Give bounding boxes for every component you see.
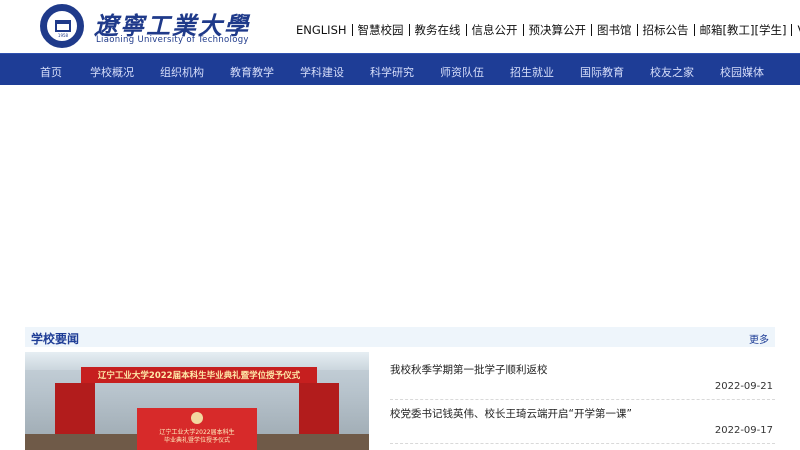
nav-item[interactable]: 校友之家 [650,64,694,80]
top-link[interactable]: 信息公开 [472,22,518,38]
nav-item[interactable]: 组织机构 [160,64,204,80]
screen-emblem-icon [191,412,203,424]
news-item-date: 2022-09-17 [714,425,773,436]
news-item[interactable]: 我校秋季学期第一批学子顺利返校 2022-09-21 [390,356,775,400]
nav-item[interactable]: 首页 [40,64,62,80]
top-link[interactable]: 招标公告 [643,22,689,38]
main-nav: 首页 学校概况 组织机构 教育教学 学科建设 科学研究 师资队伍 招生就业 国际教育 校友之家 校园… [0,53,800,85]
nav-item[interactable]: 科学研究 [370,64,414,80]
nav-item[interactable]: 学校概况 [90,64,134,80]
news-item-date: 2022-09-21 [714,381,773,392]
separator [522,24,524,36]
separator [636,24,638,36]
separator [693,24,695,36]
logo-english-name: Liaoning University of Technology [96,35,249,45]
nav-item[interactable]: 招生就业 [510,64,554,80]
university-emblem-icon[interactable]: 1958 [40,4,84,48]
top-link[interactable]: 预决算公开 [529,22,587,38]
nav-item[interactable]: 教育教学 [230,64,274,80]
top-link[interactable]: 图书馆 [597,22,632,38]
news-item[interactable]: 校党委书记钱英伟、校长王琦云端开启“开学第一课” 2022-09-17 [390,400,775,444]
top-link[interactable]: 智慧校园 [358,22,404,38]
news-item-title[interactable]: 我校秋季学期第一批学子顺利返校 [390,362,548,377]
nav-item[interactable]: 国际教育 [580,64,624,80]
top-link[interactable]: ENGLISH [296,23,347,37]
top-links: ENGLISH 智慧校园 教务在线 信息公开 预决算公开 图书馆 招标公告 邮箱[教工][学生… [296,22,800,38]
nav-item[interactable]: 学科建设 [300,64,344,80]
page: 1958 遼寧工業大學 Liaoning University of Techn… [0,0,800,450]
news-item-title[interactable]: 校党委书记钱英伟、校长王琦云端开启“开学第一课” [390,406,632,421]
news-photo[interactable]: 辽宁工业大学2022届本科生毕业典礼暨学位授予仪式 辽宁工业大学2022届本科生… [25,352,369,450]
separator [591,24,593,36]
news-section-header: 学校要闻 更多 [25,327,775,347]
news-section-title: 学校要闻 [31,332,80,346]
photo-banner-text: 辽宁工业大学2022届本科生毕业典礼暨学位授予仪式 [97,371,301,381]
separator [465,24,467,36]
site-header: 1958 遼寧工業大學 Liaoning University of Techn… [0,0,800,53]
separator [351,24,353,36]
top-link[interactable]: 邮箱[教工][学生] [700,22,787,38]
separator [791,24,793,36]
news-more-link[interactable]: 更多 [749,331,769,346]
news-list: 我校秋季学期第一批学子顺利返校 2022-09-21 校党委书记钱英伟、校长王琦云端… [390,356,775,444]
nav-item[interactable]: 校园媒体 [720,64,764,80]
nav-item[interactable]: 师资队伍 [440,64,484,80]
separator [408,24,410,36]
top-link[interactable]: 教务在线 [415,22,461,38]
hero-banner [0,85,800,325]
